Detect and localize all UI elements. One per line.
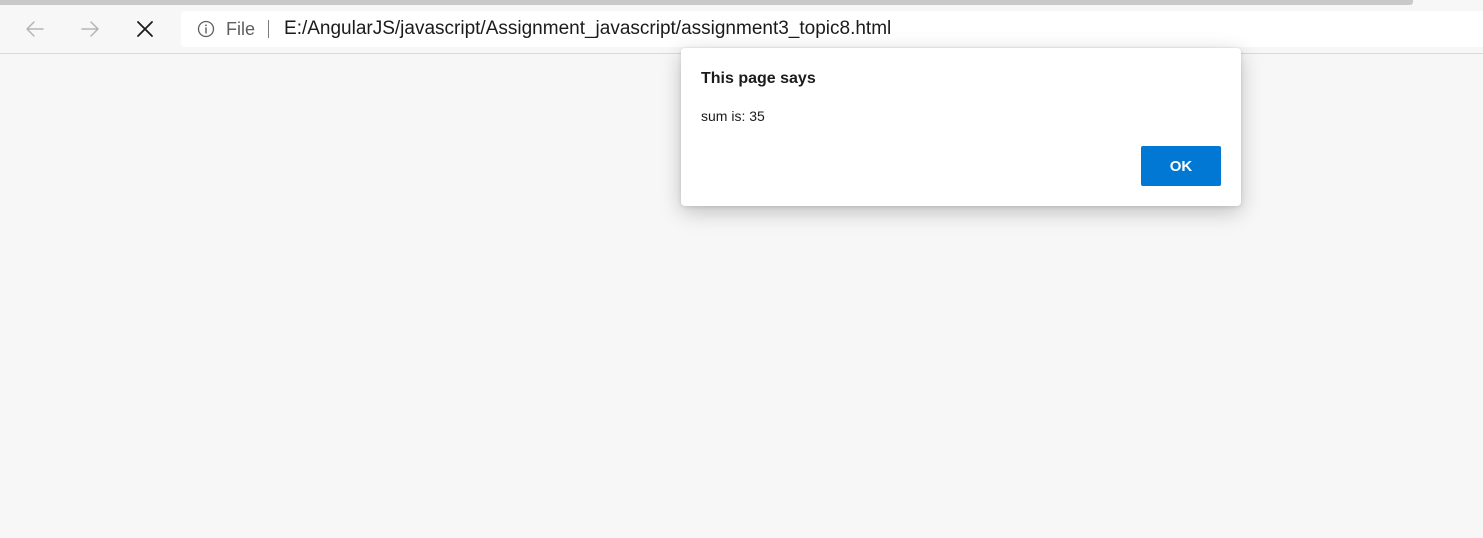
url-text[interactable]: E:/AngularJS/javascript/Assignment_javas… — [284, 18, 891, 40]
scheme-label: File — [226, 18, 256, 39]
dialog-title: This page says — [701, 70, 816, 87]
arrow-left-icon — [26, 21, 44, 37]
address-separator — [268, 20, 270, 38]
arrow-right-icon — [81, 21, 99, 37]
address-bar[interactable]: File E:/AngularJS/javascript/Assignment_… — [181, 11, 1483, 47]
browser-window: File E:/AngularJS/javascript/Assignment_… — [0, 0, 1483, 538]
forward-button[interactable] — [72, 11, 108, 47]
alert-dialog: This page says sum is: 35 OK — [681, 48, 1241, 206]
back-button[interactable] — [17, 11, 53, 47]
stop-loading-button[interactable] — [127, 11, 163, 47]
ok-button[interactable]: OK — [1141, 146, 1221, 186]
dialog-message: sum is: 35 — [701, 108, 765, 124]
browser-toolbar: File E:/AngularJS/javascript/Assignment_… — [0, 5, 1483, 54]
close-icon — [137, 21, 153, 37]
info-icon[interactable] — [197, 20, 215, 38]
